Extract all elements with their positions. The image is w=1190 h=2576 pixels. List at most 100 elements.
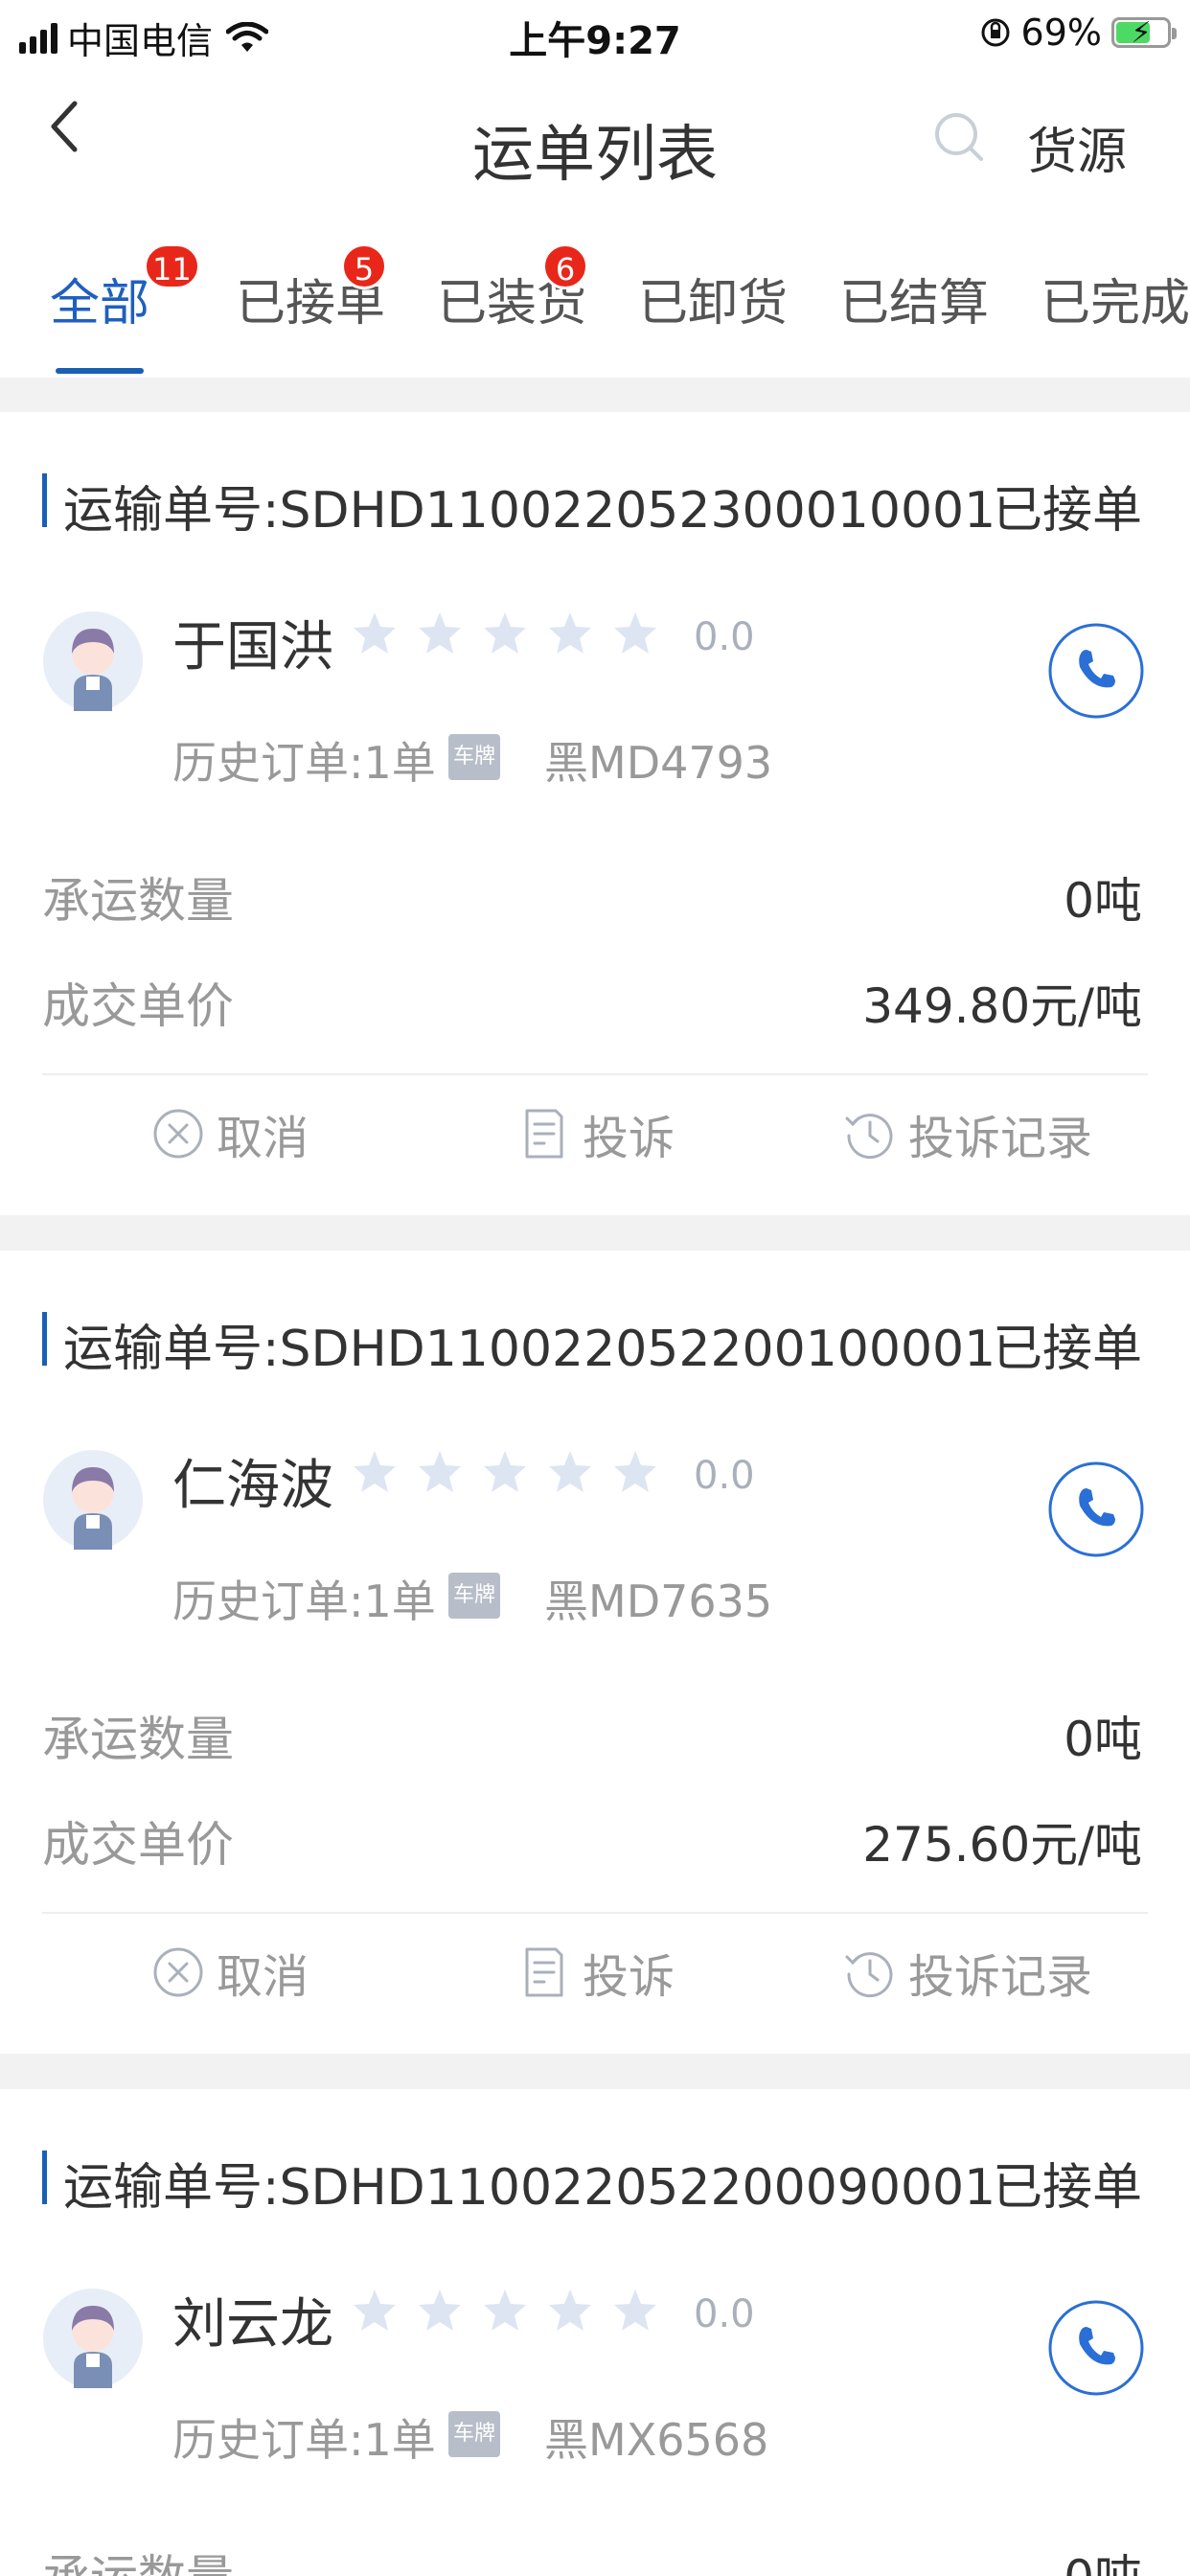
plate-number: 黑MD7635 (544, 1576, 773, 1627)
star-icon (549, 2289, 591, 2331)
plate-tag: 车牌 (448, 734, 500, 780)
page-title: 运单列表 (472, 120, 718, 191)
rating-score: 0.0 (694, 2292, 755, 2336)
plate-tag: 车牌 (448, 2411, 500, 2457)
order-card[interactable]: 运输单号:SDHD110022052300010001 已接单 于国洪 0.0 … (0, 412, 1190, 1215)
order-status: 已接单 (992, 482, 1142, 540)
tab-active-indicator (56, 368, 144, 374)
order-accent-bar (42, 2150, 47, 2204)
order-card[interactable]: 运输单号:SDHD110022052200100001 已接单 仁海波 0.0 … (0, 1251, 1190, 2054)
order-number: 运输单号:SDHD110022052200090001 (63, 2159, 996, 2217)
price-label: 成交单价 (42, 978, 234, 1034)
quantity-label: 承运数量 (42, 2540, 234, 2576)
tab-completed[interactable]: 已完成 (1041, 263, 1190, 334)
driver-name: 于国洪 (172, 616, 333, 678)
cancel-label: 取消 (217, 1112, 309, 1165)
rating-stars (351, 2287, 659, 2334)
order-number: 运输单号:SDHD110022052300010001 (63, 482, 996, 540)
history-orders: 历史订单:1单 (172, 737, 436, 789)
card-divider (42, 1073, 1148, 1075)
charging-icon: ⚡ (1131, 16, 1152, 50)
order-card[interactable]: 运输单号:SDHD110022052200090001 已接单 刘云龙 0.0 … (0, 2089, 1190, 2576)
star-icon (354, 612, 396, 654)
search-icon[interactable] (931, 109, 989, 167)
plate-number: 黑MD4793 (544, 737, 773, 789)
tab-badge: 11 (144, 243, 200, 289)
phone-call-button[interactable] (1048, 613, 1144, 728)
driver-avatar (43, 2288, 143, 2388)
cancel-button[interactable]: 取消 (151, 1939, 309, 2006)
complaint-history-button[interactable]: 投诉记录 (843, 1939, 1092, 2006)
cancel-button[interactable]: 取消 (151, 1100, 309, 1167)
star-icon (354, 2289, 396, 2331)
battery-icon: ⚡ (1111, 16, 1177, 50)
source-button[interactable]: 货源 (1027, 111, 1127, 183)
tab-all[interactable]: 全部 11 (50, 243, 200, 334)
nav-bar: 运单列表 货源 (0, 71, 1190, 224)
star-icon (419, 2289, 461, 2331)
driver-name: 刘云龙 (172, 2293, 333, 2356)
tab-accepted[interactable]: 已接单 5 (236, 243, 387, 334)
tab-loaded[interactable]: 已装货 6 (437, 243, 588, 334)
complaint-button[interactable]: 投诉 (517, 1100, 675, 1167)
phone-call-button[interactable] (1048, 2290, 1144, 2405)
cancel-icon (153, 1947, 203, 1997)
complaint-label: 投诉 (583, 1950, 675, 2004)
quantity-label: 承运数量 (42, 873, 234, 929)
quantity-value: 0吨 (1064, 1712, 1142, 1767)
complaint-icon (525, 1109, 563, 1159)
complaint-icon (525, 1947, 563, 1997)
star-icon (419, 612, 461, 654)
star-icon (419, 1451, 461, 1492)
plate-tag: 车牌 (448, 1573, 500, 1619)
cancel-icon (153, 1109, 203, 1159)
history-clock-icon (845, 1952, 893, 1998)
rating-score: 0.0 (694, 1454, 755, 1498)
tab-badge: 6 (542, 243, 588, 289)
history-clock-icon (845, 1114, 893, 1160)
order-status: 已接单 (992, 1321, 1142, 1378)
driver-avatar (43, 611, 143, 711)
rating-stars (351, 1448, 659, 1496)
order-accent-bar (42, 1312, 47, 1366)
quantity-value: 0吨 (1064, 2540, 1142, 2576)
complaint-history-label: 投诉记录 (908, 1950, 1093, 2004)
star-icon (484, 612, 526, 654)
cancel-label: 取消 (217, 1950, 309, 2004)
driver-avatar (43, 1450, 143, 1550)
history-orders: 历史订单:1单 (172, 2414, 436, 2466)
star-icon (484, 2289, 526, 2331)
history-orders: 历史订单:1单 (172, 1576, 436, 1627)
order-status: 已接单 (992, 2159, 1142, 2217)
star-icon (354, 1451, 396, 1492)
quantity-value: 0吨 (1064, 873, 1142, 929)
price-value: 275.60元/吨 (862, 1817, 1142, 1873)
price-value: 349.80元/吨 (862, 978, 1142, 1034)
star-icon (614, 1451, 656, 1492)
tab-label: 全部 (50, 275, 150, 333)
order-accent-bar (42, 473, 47, 527)
battery-percent: 69% (1020, 12, 1102, 54)
tab-unloaded[interactable]: 已卸货 (638, 263, 788, 334)
complaint-label: 投诉 (583, 1112, 675, 1165)
status-right: 69% ⚡ (979, 12, 1177, 54)
tab-settled[interactable]: 已结算 (839, 263, 989, 334)
status-bar: 中国电信 上午9:27 69% ⚡ (0, 0, 1190, 71)
star-icon (549, 612, 591, 654)
tab-label: 已完成 (1041, 275, 1190, 333)
complaint-history-label: 投诉记录 (908, 1112, 1093, 1165)
tab-badge: 5 (341, 243, 387, 289)
orientation-lock-icon (981, 18, 1010, 47)
phone-call-button[interactable] (1048, 1452, 1144, 1567)
rating-score: 0.0 (694, 615, 755, 659)
tab-label: 已结算 (839, 275, 990, 333)
order-number: 运输单号:SDHD110022052200100001 (63, 1321, 996, 1378)
complaint-history-button[interactable]: 投诉记录 (843, 1100, 1092, 1167)
card-divider (42, 1912, 1148, 1914)
quantity-label: 承运数量 (42, 1712, 234, 1767)
status-tabs: 全部 11 已接单 5 已装货 6 已卸货 已结算 已完成 (0, 224, 1190, 378)
star-icon (614, 612, 656, 654)
complaint-button[interactable]: 投诉 (517, 1939, 675, 2006)
star-icon (549, 1451, 591, 1492)
star-icon (484, 1451, 526, 1492)
